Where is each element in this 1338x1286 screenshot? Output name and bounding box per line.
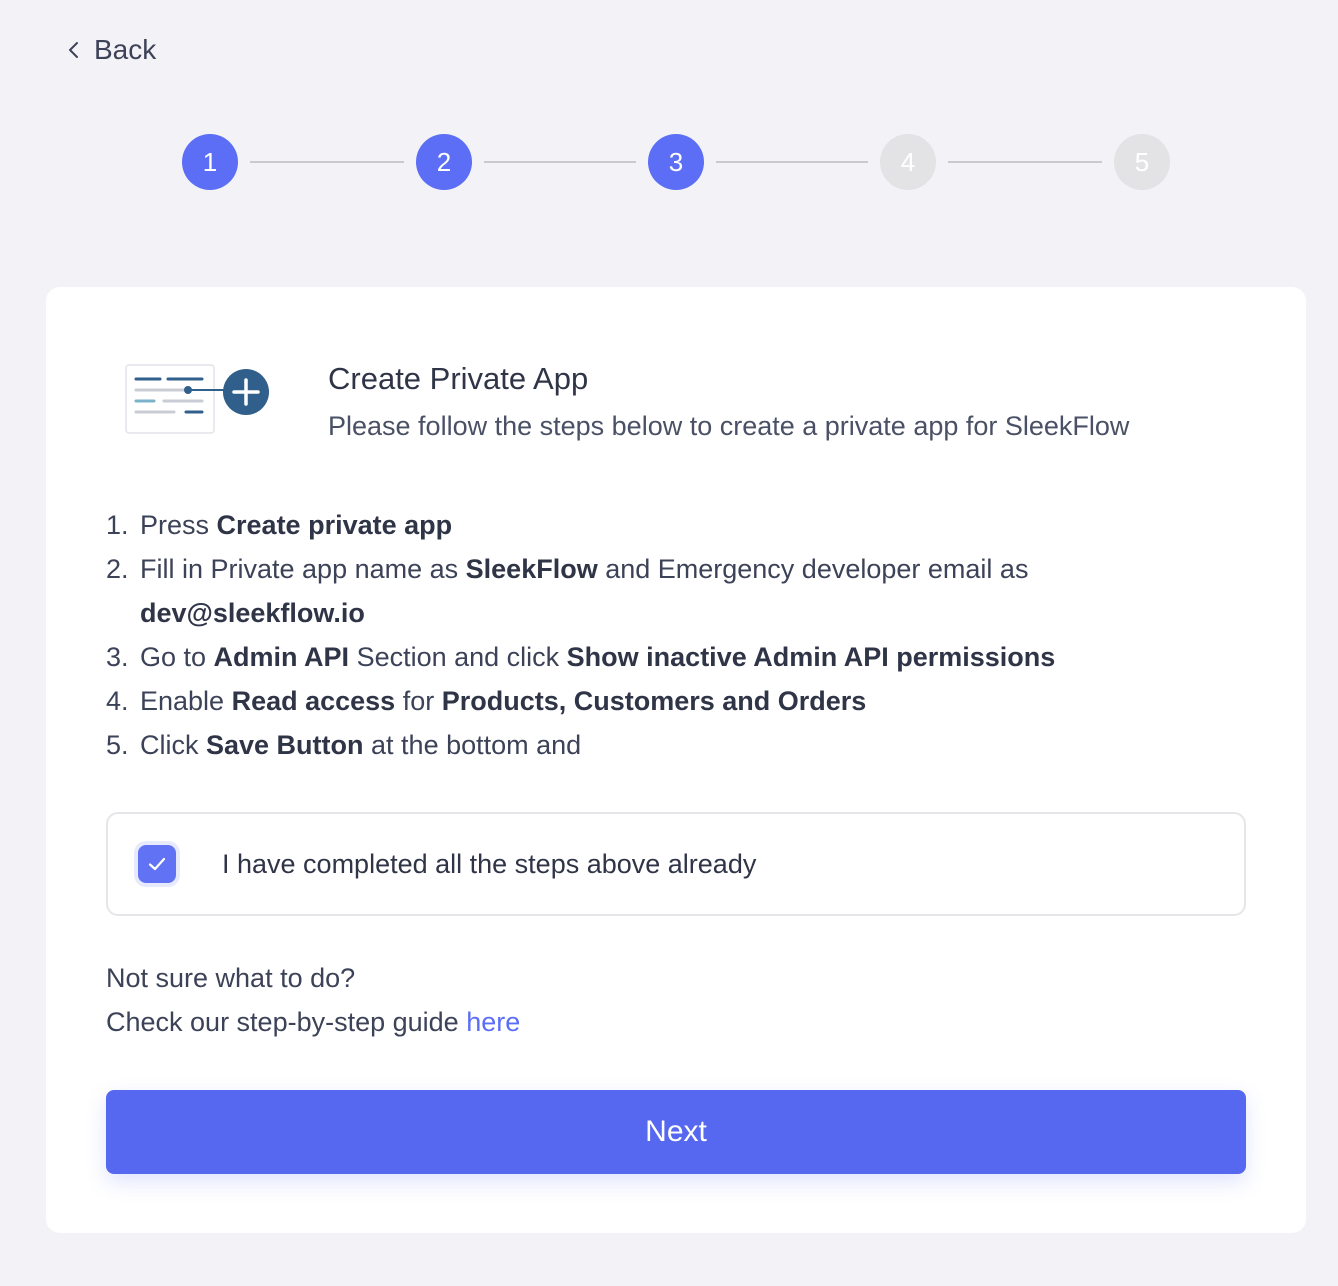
- step-text: Enable: [140, 686, 232, 716]
- step-3: 3: [648, 134, 704, 190]
- step-emphasis: Save Button: [206, 730, 364, 760]
- next-button[interactable]: Next: [106, 1090, 1246, 1174]
- step-emphasis: Admin API: [213, 642, 350, 672]
- help-title: Not sure what to do?: [106, 963, 356, 993]
- guide-link[interactable]: here: [466, 1007, 520, 1037]
- back-link[interactable]: Back: [66, 34, 156, 66]
- list-item-continuation: dev@sleekflow.io: [106, 591, 1226, 635]
- step-5: 5: [1114, 134, 1170, 190]
- step-text: Click: [140, 730, 206, 760]
- list-item: 5. Click Save Button at the bottom and: [106, 723, 1226, 767]
- list-item: 1. Press Create private app: [106, 503, 1226, 547]
- private-app-add-icon: [125, 364, 269, 434]
- list-number: 1.: [106, 510, 129, 540]
- page-subtitle: Please follow the steps below to create …: [328, 411, 1130, 441]
- step-emphasis: dev@sleekflow.io: [140, 598, 365, 628]
- progress-stepper: 1 2 3 4 5: [182, 134, 1170, 190]
- list-number: 5.: [106, 730, 129, 760]
- step-connector: [484, 161, 636, 163]
- step-connector: [250, 161, 404, 163]
- chevron-left-icon: [69, 42, 78, 58]
- step-emphasis: SleekFlow: [465, 554, 598, 584]
- instruction-list: 1. Press Create private app 2. Fill in P…: [106, 503, 1226, 767]
- completion-checkbox[interactable]: [138, 845, 176, 883]
- help-text: Check our step-by-step guide here: [106, 1007, 520, 1038]
- step-text: for: [395, 686, 442, 716]
- step-emphasis: Show inactive Admin API permissions: [566, 642, 1056, 672]
- list-item: 4. Enable Read access for Products, Cust…: [106, 679, 1226, 723]
- step-emphasis: Create private app: [216, 510, 453, 540]
- back-label: Back: [94, 34, 157, 65]
- step-2: 2: [416, 134, 472, 190]
- step-text: Fill in Private app name as: [140, 554, 466, 584]
- page-title: Create Private App: [328, 361, 589, 396]
- step-connector: [716, 161, 868, 163]
- step-text: Press: [140, 510, 217, 540]
- step-text: and Emergency developer email as: [597, 554, 1029, 584]
- step-text: at the bottom and: [363, 730, 582, 760]
- confirmation-box[interactable]: I have completed all the steps above alr…: [106, 812, 1246, 916]
- step-emphasis: Read access: [231, 686, 396, 716]
- help-text-body: Check our step-by-step guide: [106, 1007, 467, 1037]
- list-item: 2. Fill in Private app name as SleekFlow…: [106, 547, 1226, 591]
- list-number: 4.: [106, 686, 129, 716]
- step-text: Section and click: [349, 642, 567, 672]
- step-emphasis: Products, Customers and Orders: [441, 686, 867, 716]
- step-text: Go to: [140, 642, 214, 672]
- step-connector: [948, 161, 1102, 163]
- list-item: 3. Go to Admin API Section and click Sho…: [106, 635, 1226, 679]
- setup-card: Create Private App Please follow the ste…: [46, 287, 1306, 1233]
- step-1: 1: [182, 134, 238, 190]
- step-4: 4: [880, 134, 936, 190]
- list-number: 3.: [106, 642, 129, 672]
- confirmation-label[interactable]: I have completed all the steps above alr…: [222, 849, 756, 880]
- checkmark-icon: [148, 857, 166, 871]
- list-number: 2.: [106, 554, 129, 584]
